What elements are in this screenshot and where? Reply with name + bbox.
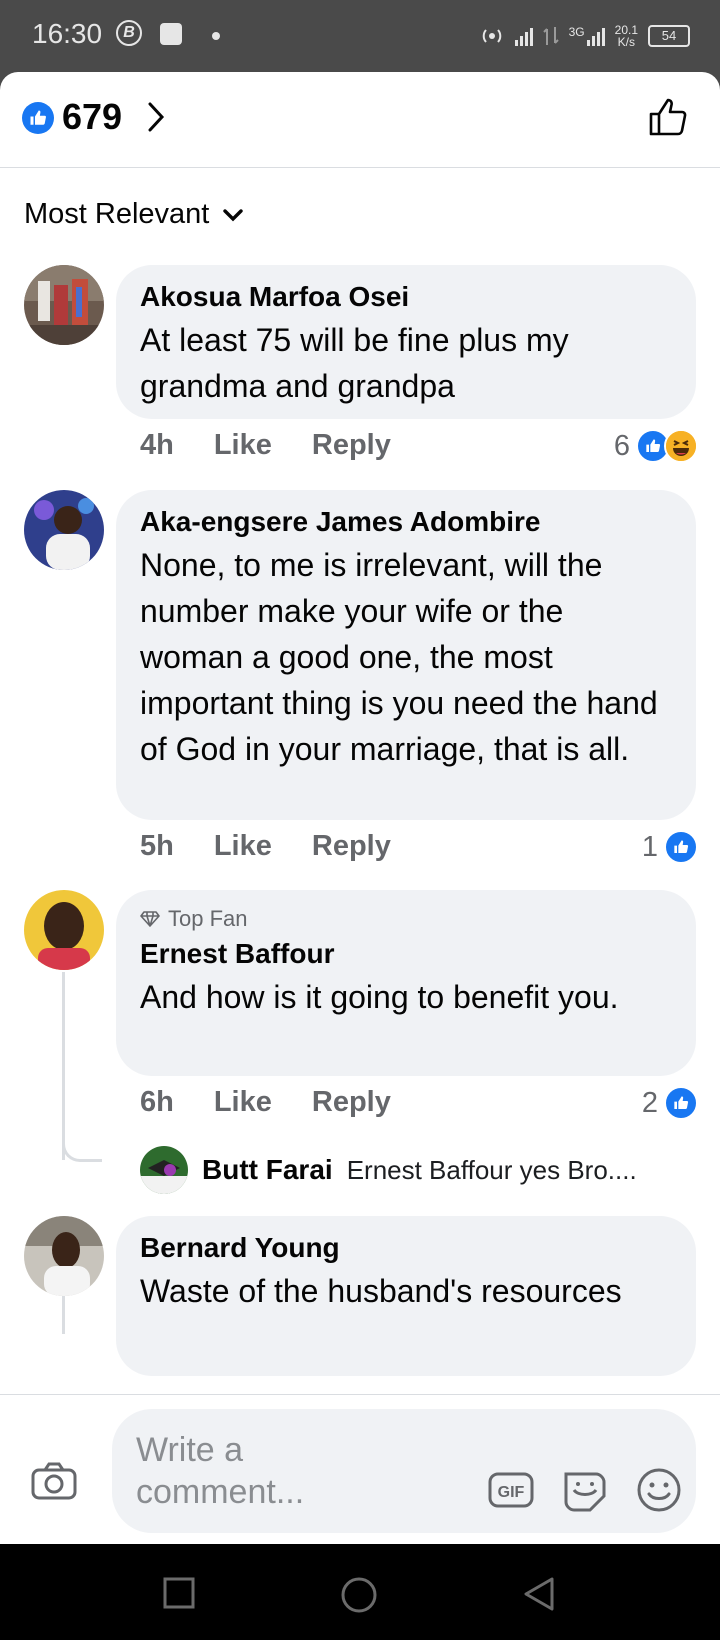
comment-bubble[interactable]: Aka-engsere James Adombire None, to me i… <box>116 490 696 820</box>
status-time: 16:30 <box>32 18 103 49</box>
reaction-count: 6 <box>613 429 630 462</box>
like-button[interactable]: Like <box>214 429 272 462</box>
reply-button[interactable]: Reply <box>312 830 391 863</box>
comment-author[interactable]: Ernest Baffour <box>140 938 672 970</box>
haha-icon <box>664 429 698 463</box>
reply-button[interactable]: Reply <box>312 1086 391 1119</box>
signal-icon-2 <box>586 26 605 46</box>
comments-sheet: 679 Most Relevant Akosua Marfoa Osei At … <box>0 72 720 1544</box>
diamond-icon <box>140 911 160 927</box>
comment-time[interactable]: 5h <box>140 830 174 863</box>
comment-text: None, to me is irrelevant, will the numb… <box>140 547 658 767</box>
reply-author[interactable]: Butt Farai <box>202 1154 333 1186</box>
network-speed: 20.1 K/s <box>615 24 638 48</box>
b-app-icon: B <box>116 20 142 46</box>
comment-text: And how is it going to benefit you. <box>140 979 619 1015</box>
comment-bubble[interactable]: Top Fan Ernest Baffour And how is it goi… <box>116 890 696 1076</box>
like-icon <box>664 1086 698 1120</box>
comment-bubble[interactable]: Akosua Marfoa Osei At least 75 will be f… <box>116 265 696 419</box>
signal-icon <box>514 26 533 46</box>
emoji-icon[interactable] <box>636 1467 682 1513</box>
reaction-count[interactable]: 679 <box>62 96 122 138</box>
composer-tools: GIF <box>488 1467 682 1513</box>
camera-icon[interactable] <box>30 1461 78 1501</box>
app-notification-icon <box>160 23 182 45</box>
reaction-count: 2 <box>641 1086 658 1119</box>
thread-line <box>62 1294 65 1334</box>
reply-button[interactable]: Reply <box>312 429 391 462</box>
more-notifications-dot <box>212 32 220 40</box>
comment-author[interactable]: Bernard Young <box>140 1232 672 1264</box>
badge-label: Top Fan <box>168 906 248 931</box>
comment-time[interactable]: 6h <box>140 1086 174 1119</box>
sort-label: Most Relevant <box>24 198 210 230</box>
status-bar: 16:30 B 3G 20.1 K/s 54 <box>0 0 720 72</box>
comment-reactions[interactable]: 2 <box>642 1086 698 1120</box>
reply-snippet: Ernest Baffour yes Bro.... <box>346 1154 637 1185</box>
like-button[interactable]: Like <box>214 830 272 863</box>
thread-line <box>62 972 65 1160</box>
comment-author[interactable]: Aka-engsere James Adombire <box>140 506 672 538</box>
chevron-down-icon <box>223 208 244 221</box>
avatar[interactable] <box>24 490 104 570</box>
sticker-icon[interactable] <box>562 1468 608 1512</box>
comment-text: At least 75 will be fine plus my grandma… <box>140 322 569 404</box>
comment-bubble[interactable]: Bernard Young Waste of the husband's res… <box>116 1216 696 1376</box>
battery-icon: 54 <box>648 25 690 47</box>
data-transfer-icon <box>542 27 559 45</box>
comment-placeholder: Write a comment... <box>136 1431 305 1511</box>
avatar[interactable] <box>24 890 104 970</box>
status-indicators: 3G 20.1 K/s 54 <box>479 18 690 54</box>
reply-avatar[interactable] <box>140 1146 188 1194</box>
reactions-header: 679 <box>0 72 720 168</box>
top-fan-badge: Top Fan <box>140 906 672 932</box>
avatar[interactable] <box>24 1216 104 1296</box>
hotspot-icon <box>482 29 501 43</box>
like-button[interactable]: Like <box>214 1086 272 1119</box>
battery-level: 54 <box>661 27 677 45</box>
svg-text:GIF: GIF <box>498 1484 525 1501</box>
like-icon <box>664 830 698 864</box>
back-button[interactable] <box>522 1576 556 1612</box>
comment-actions: 4h Like Reply <box>140 429 391 462</box>
sort-dropdown[interactable]: Most Relevant <box>24 198 244 231</box>
comment-actions: 5h Like Reply <box>140 830 391 863</box>
comment-actions: 6h Like Reply <box>140 1086 391 1119</box>
recent-apps-button[interactable] <box>162 1576 196 1610</box>
chevron-right-icon[interactable] <box>146 100 166 134</box>
comment-reactions[interactable]: 1 <box>642 830 698 864</box>
speed-unit: K/s <box>617 35 635 49</box>
comment-author[interactable]: Akosua Marfoa Osei <box>140 281 672 313</box>
like-reaction-icon <box>22 102 54 134</box>
home-button[interactable] <box>340 1576 378 1614</box>
reaction-count: 1 <box>641 830 658 863</box>
thread-connector <box>62 1140 102 1162</box>
comment-composer: Write a comment... GIF <box>0 1394 720 1544</box>
network-type: 3G <box>568 25 585 39</box>
gif-icon[interactable]: GIF <box>488 1470 534 1510</box>
thumbs-up-icon[interactable] <box>648 96 690 138</box>
comment-input[interactable]: Write a comment... GIF <box>112 1409 696 1533</box>
avatar[interactable] <box>24 265 104 345</box>
reply-preview[interactable]: Butt Farai Ernest Baffour yes Bro.... <box>140 1146 637 1194</box>
comment-time[interactable]: 4h <box>140 429 174 462</box>
system-nav-bar <box>0 1544 720 1640</box>
comment-reactions[interactable]: 6 <box>614 429 698 463</box>
comment-text: Waste of the husband's resources <box>140 1273 622 1309</box>
